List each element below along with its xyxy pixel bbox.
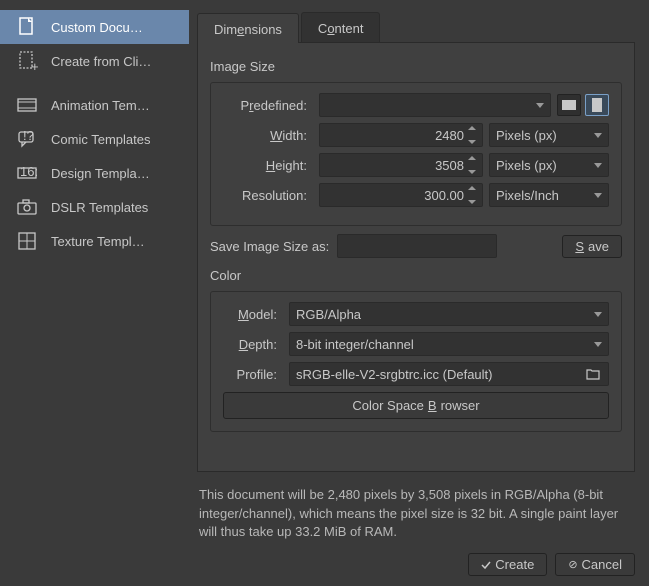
resolution-units-combo[interactable]: Pixels/Inch [489, 183, 609, 207]
save-name-input[interactable] [337, 234, 497, 258]
sidebar-item-label: Animation Tem… [51, 98, 150, 113]
sidebar-item-label: Comic Templates [51, 132, 150, 147]
chevron-down-icon [594, 193, 602, 198]
dslr-icon [15, 195, 39, 219]
resolution-input[interactable]: 300.00 [319, 183, 483, 207]
chevron-down-icon [594, 133, 602, 138]
spin-down-icon[interactable] [468, 140, 476, 144]
comic-icon: !? [15, 127, 39, 151]
chevron-down-icon [536, 103, 544, 108]
sidebar-item-label: DSLR Templates [51, 200, 148, 215]
dimensions-panel: Image Size Predefined: Width: 2480 Pixel… [197, 43, 635, 472]
tab-bar: Dimensions Content [197, 12, 635, 43]
spin-up-icon[interactable] [468, 186, 476, 190]
sidebar-item-label: Texture Templ… [51, 234, 145, 249]
height-label: Height: [223, 158, 313, 173]
tab-dimensions[interactable]: Dimensions [197, 13, 299, 43]
width-units-combo[interactable]: Pixels (px) [489, 123, 609, 147]
document-icon [15, 15, 39, 39]
save-button[interactable]: Save [562, 235, 622, 258]
color-title: Color [210, 268, 622, 283]
model-combo[interactable]: RGB/Alpha [289, 302, 609, 326]
save-label: Save Image Size as: [210, 239, 329, 254]
chevron-down-icon [594, 163, 602, 168]
predefined-combo[interactable] [319, 93, 551, 117]
design-icon: 16:10 [15, 161, 39, 185]
width-label: Width: [223, 128, 313, 143]
svg-text:!?: !? [23, 128, 34, 143]
sidebar-item-label: Create from Cli… [51, 54, 151, 69]
profile-combo[interactable]: sRGB-elle-V2-srgbtrc.icc (Default) [289, 362, 609, 386]
profile-label: Profile: [223, 367, 283, 382]
svg-text:+: + [31, 59, 38, 72]
folder-icon[interactable] [584, 366, 602, 382]
cancel-button[interactable]: ⊘Cancel [555, 553, 635, 576]
orientation-portrait-button[interactable] [585, 94, 609, 116]
sidebar-item-design-templates[interactable]: 16:10 Design Templa… [0, 156, 189, 190]
height-units-combo[interactable]: Pixels (px) [489, 153, 609, 177]
image-size-fieldset: Predefined: Width: 2480 Pixels (px) Heig… [210, 82, 622, 226]
check-icon [481, 560, 491, 570]
spin-up-icon[interactable] [468, 126, 476, 130]
predefined-label: Predefined: [223, 98, 313, 113]
animation-icon [15, 93, 39, 117]
width-input[interactable]: 2480 [319, 123, 483, 147]
color-space-browser-button[interactable]: Color Space Browser [223, 392, 609, 419]
main-panel: Dimensions Content Image Size Predefined… [189, 0, 649, 586]
svg-text:16:10: 16:10 [20, 164, 38, 179]
sidebar-item-comic-templates[interactable]: !? Comic Templates [0, 122, 189, 156]
sidebar: Custom Docu… + Create from Cli… Animatio… [0, 0, 189, 586]
tab-content[interactable]: Content [301, 12, 381, 42]
spin-up-icon[interactable] [468, 156, 476, 160]
texture-icon [15, 229, 39, 253]
summary-text: This document will be 2,480 pixels by 3,… [199, 486, 633, 541]
cancel-icon: ⊘ [568, 558, 577, 571]
spin-down-icon[interactable] [468, 170, 476, 174]
sidebar-item-animation-templates[interactable]: Animation Tem… [0, 88, 189, 122]
footer: Create ⊘Cancel [197, 553, 635, 576]
spin-down-icon[interactable] [468, 200, 476, 204]
clipboard-icon: + [15, 49, 39, 73]
image-size-title: Image Size [210, 59, 622, 74]
sidebar-item-label: Custom Docu… [51, 20, 143, 35]
color-fieldset: Model: RGB/Alpha Depth: 8-bit integer/ch… [210, 291, 622, 432]
sidebar-item-custom-document[interactable]: Custom Docu… [0, 10, 189, 44]
resolution-label: Resolution: [223, 188, 313, 203]
depth-label: Depth: [223, 337, 283, 352]
orientation-landscape-button[interactable] [557, 94, 581, 116]
create-button[interactable]: Create [468, 553, 547, 576]
sidebar-item-create-from-clipboard[interactable]: + Create from Cli… [0, 44, 189, 78]
height-input[interactable]: 3508 [319, 153, 483, 177]
depth-combo[interactable]: 8-bit integer/channel [289, 332, 609, 356]
sidebar-item-texture-templates[interactable]: Texture Templ… [0, 224, 189, 258]
sidebar-item-label: Design Templa… [51, 166, 150, 181]
model-label: Model: [223, 307, 283, 322]
chevron-down-icon [594, 342, 602, 347]
chevron-down-icon [594, 312, 602, 317]
sidebar-item-dslr-templates[interactable]: DSLR Templates [0, 190, 189, 224]
